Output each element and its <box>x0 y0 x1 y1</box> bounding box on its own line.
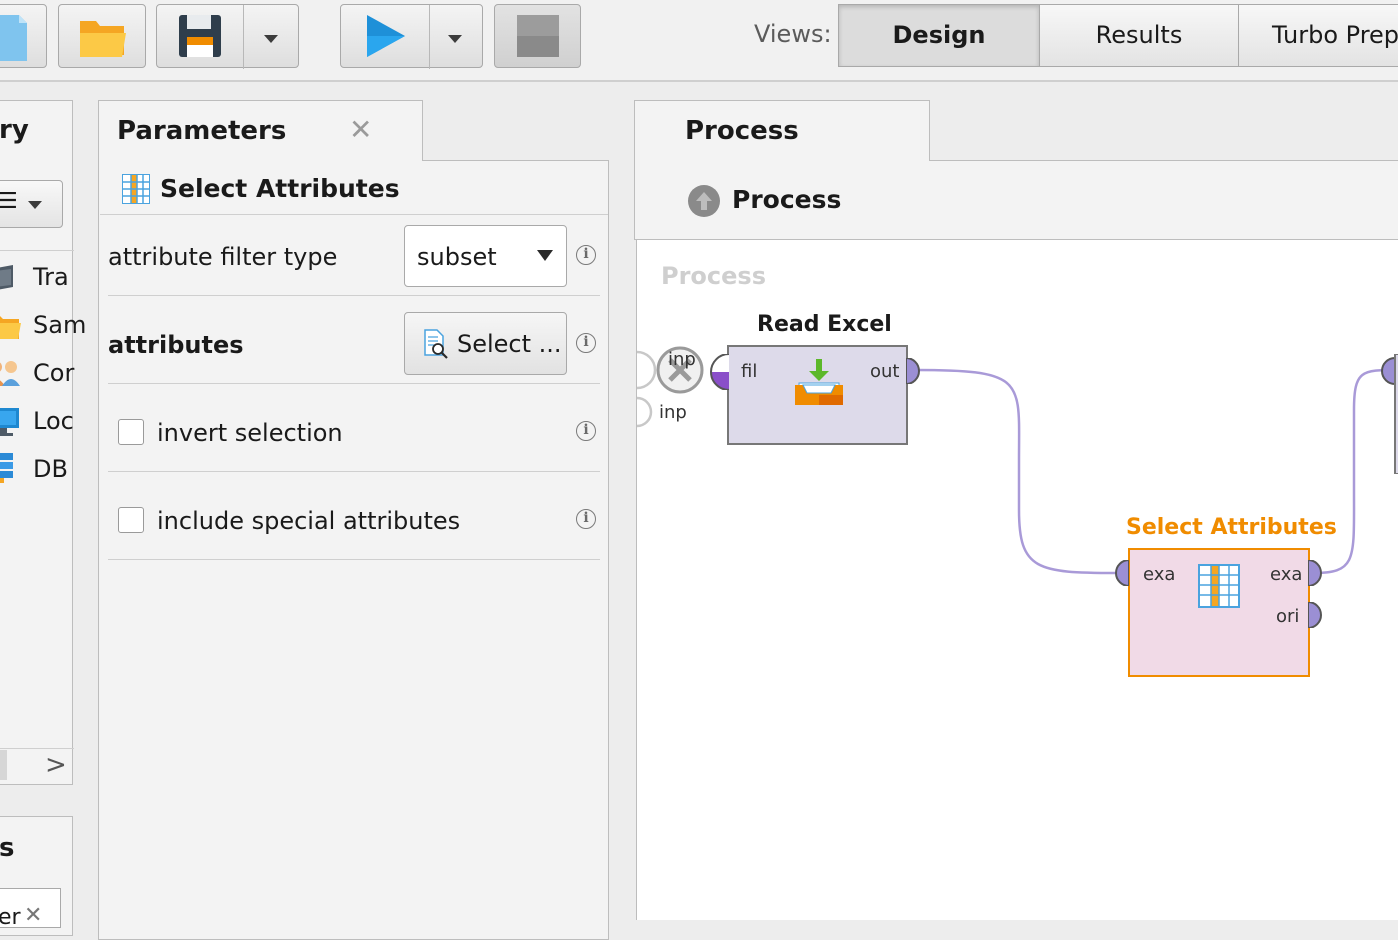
repository-menu-button[interactable]: ☰ <box>0 180 63 228</box>
select-attributes-output-port-ori[interactable] <box>1308 602 1324 628</box>
training-icon <box>0 265 13 290</box>
operator-title: Select Attributes <box>160 174 400 203</box>
include-special-checkbox[interactable] <box>118 507 144 533</box>
process-input-port <box>637 396 653 428</box>
close-icon[interactable]: ✕ <box>349 113 372 146</box>
main-toolbar: Views: Design Results Turbo Prep <box>0 0 1398 82</box>
community-icon <box>0 361 20 386</box>
excel-import-icon <box>795 359 843 405</box>
run-button-group[interactable] <box>340 4 483 69</box>
read-excel-output-port[interactable] <box>906 358 922 384</box>
stop-button[interactable] <box>494 4 581 68</box>
run-dropdown-icon[interactable] <box>448 35 462 43</box>
breadcrumb[interactable]: Process <box>732 185 841 214</box>
chevron-down-icon <box>28 201 42 209</box>
operators-panel: er ✕ <box>0 876 73 936</box>
navigate-up-icon[interactable] <box>688 185 720 217</box>
select-attributes-name: Select Attributes <box>1126 515 1337 540</box>
new-document-icon <box>0 15 27 61</box>
clear-icon[interactable]: ✕ <box>24 903 42 928</box>
process-tab[interactable]: Process <box>634 100 930 162</box>
process-tab-title: Process <box>685 116 799 146</box>
select-attributes-icon <box>122 174 150 204</box>
select-attributes-icon <box>1198 564 1240 608</box>
connection-read-to-select <box>914 368 1118 575</box>
info-icon[interactable]: i <box>576 333 596 353</box>
database-icon <box>0 453 13 483</box>
read-excel-name: Read Excel <box>757 312 892 337</box>
folder-icon <box>0 316 21 339</box>
include-special-label: include special attributes <box>157 507 461 535</box>
next-operator-partial[interactable] <box>1381 354 1398 474</box>
select-attributes-input-port[interactable] <box>1113 560 1129 586</box>
select-attributes-button[interactable]: Select ... <box>404 312 567 375</box>
operator-search-input[interactable]: er ✕ <box>0 888 61 930</box>
process-input-port <box>637 350 657 390</box>
parameters-tab-title: Parameters <box>117 116 287 146</box>
process-canvas[interactable]: Process inp inp Read Excel fil out Selec… <box>636 240 1398 920</box>
chevron-down-icon <box>537 250 553 261</box>
views-label: Views: <box>754 20 832 48</box>
save-icon <box>179 15 221 57</box>
save-button-group[interactable] <box>156 4 299 69</box>
play-icon <box>367 15 405 57</box>
view-design-button[interactable]: Design <box>838 4 1040 67</box>
read-excel-operator[interactable]: fil out <box>727 345 908 445</box>
save-dropdown-icon[interactable] <box>264 35 278 43</box>
operators-tab[interactable]: s <box>0 816 73 878</box>
scroll-right-icon[interactable]: > <box>45 750 67 780</box>
repository-tab-title: ry <box>0 115 29 145</box>
process-input-label: inp <box>668 349 696 370</box>
stop-icon <box>517 15 559 57</box>
invert-selection-label: invert selection <box>157 419 343 447</box>
filter-type-label: attribute filter type <box>108 243 338 271</box>
read-excel-input-port[interactable] <box>705 354 729 390</box>
new-process-button[interactable] <box>0 4 47 68</box>
operators-tab-title: s <box>0 833 15 863</box>
repository-panel: ☰ Tra Sam Cor Loc DB > <box>0 160 86 785</box>
invert-selection-checkbox[interactable] <box>118 419 144 445</box>
process-input-label: inp <box>659 402 687 423</box>
select-attributes-output-port-exa[interactable] <box>1308 560 1324 586</box>
menu-lines-icon: ☰ <box>0 189 18 214</box>
info-icon[interactable]: i <box>576 509 596 529</box>
open-process-button[interactable] <box>58 4 146 68</box>
view-results-button[interactable]: Results <box>1039 4 1239 67</box>
select-attributes-operator[interactable]: exa exa ori <box>1128 548 1310 677</box>
document-search-icon <box>424 329 448 359</box>
horizontal-scrollbar-thumb[interactable] <box>0 750 7 780</box>
view-turbo-prep-button[interactable]: Turbo Prep <box>1238 4 1398 67</box>
attributes-label: attributes <box>108 331 244 359</box>
info-icon[interactable]: i <box>576 421 596 441</box>
monitor-icon <box>0 408 19 436</box>
info-icon[interactable]: i <box>576 245 596 265</box>
filter-type-select[interactable]: subset <box>404 225 567 287</box>
parameters-tab[interactable]: Parameters ✕ <box>98 100 423 162</box>
folder-icon <box>80 21 126 57</box>
repository-tab[interactable]: ry <box>0 100 73 162</box>
